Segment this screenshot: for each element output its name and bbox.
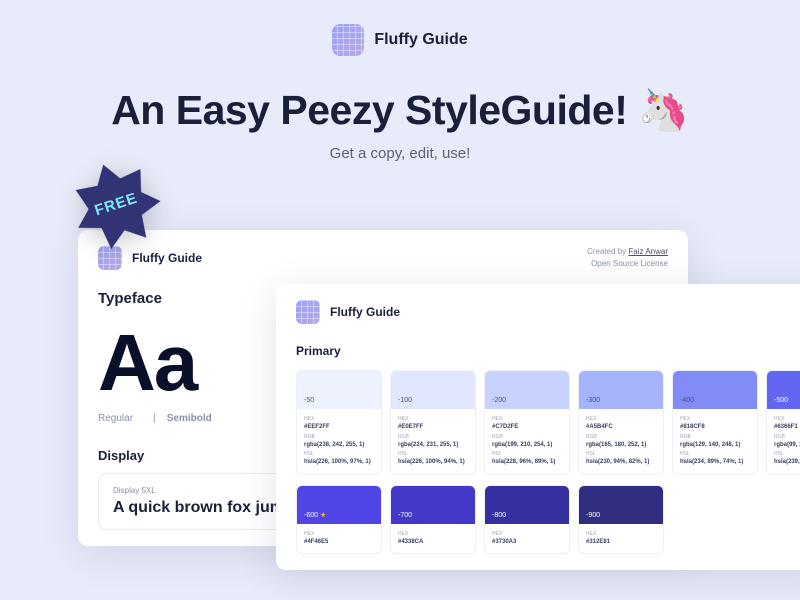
color-swatch[interactable]: -700 HEX#4338CA bbox=[390, 485, 476, 555]
brand-logo-icon bbox=[332, 24, 364, 56]
swatch-chip: -200 bbox=[485, 371, 569, 409]
swatch-meta: HEX#6366F1RGBrgba(99, 102, 241, 1) HSLhs… bbox=[767, 409, 800, 474]
brand-logo-icon bbox=[296, 300, 320, 324]
card-brand: Fluffy Guide bbox=[296, 300, 400, 324]
color-swatch[interactable]: -200 HEX#C7D2FERGBrgba(199, 210, 254, 1)… bbox=[484, 370, 570, 475]
primary-title: Primary bbox=[296, 344, 800, 358]
swatch-chip: -800 bbox=[485, 486, 569, 524]
swatch-meta: HEX#EEF2FFRGBrgba(238, 242, 255, 1) HSLh… bbox=[297, 409, 381, 474]
headline: An Easy Peezy StyleGuide! 🦄 bbox=[0, 87, 800, 135]
color-swatch[interactable]: -100 HEX#E0E7FFRGBrgba(224, 231, 255, 1)… bbox=[390, 370, 476, 475]
brand: Fluffy Guide bbox=[332, 24, 467, 56]
color-swatch[interactable]: -50 HEX#EEF2FFRGBrgba(238, 242, 255, 1) … bbox=[296, 370, 382, 475]
brand-name: Fluffy Guide bbox=[330, 305, 400, 319]
color-swatch[interactable]: -500 HEX#6366F1RGBrgba(99, 102, 241, 1) … bbox=[766, 370, 800, 475]
author-link[interactable]: Faiz Anwar bbox=[628, 247, 668, 256]
swatch-chip: -700 bbox=[391, 486, 475, 524]
swatch-meta: HEX#3730A3 bbox=[485, 524, 569, 554]
swatch-meta: HEX#4F46E5 bbox=[297, 524, 381, 554]
swatch-chip: -500 bbox=[767, 371, 800, 409]
swatch-meta: HEX#818CF8RGBrgba(129, 140, 248, 1) HSLh… bbox=[673, 409, 757, 474]
swatch-chip: -400 bbox=[673, 371, 757, 409]
swatch-chip: -600★ bbox=[297, 486, 381, 524]
license-text: Open Source License bbox=[587, 258, 668, 270]
swatch-meta: HEX#C7D2FERGBrgba(199, 210, 254, 1) HSLh… bbox=[485, 409, 569, 474]
swatch-meta: HEX#4338CA bbox=[391, 524, 475, 554]
color-swatch[interactable]: -600★ HEX#4F46E5 bbox=[296, 485, 382, 555]
brand-name: Fluffy Guide bbox=[132, 251, 202, 265]
color-swatch[interactable]: -300 HEX#A5B4FCRGBrgba(165, 180, 252, 1)… bbox=[578, 370, 664, 475]
swatch-chip: -100 bbox=[391, 371, 475, 409]
swatch-chip: -300 bbox=[579, 371, 663, 409]
color-swatch[interactable]: -800 HEX#3730A3 bbox=[484, 485, 570, 555]
swatch-chip: -900 bbox=[579, 486, 663, 524]
card-meta: Created by Faiz Anwar Open Source Licens… bbox=[587, 246, 668, 270]
color-card: Fluffy Guide CrOp Primary -50 HEX#EEF2FF… bbox=[276, 284, 800, 570]
brand-name: Fluffy Guide bbox=[374, 31, 467, 49]
swatch-meta: HEX#E0E7FFRGBrgba(224, 231, 255, 1) HSLh… bbox=[391, 409, 475, 474]
color-swatch[interactable]: -400 HEX#818CF8RGBrgba(129, 140, 248, 1)… bbox=[672, 370, 758, 475]
swatch-meta: HEX#A5B4FCRGBrgba(165, 180, 252, 1) HSLh… bbox=[579, 409, 663, 474]
swatch-chip: -50 bbox=[297, 371, 381, 409]
color-swatch[interactable]: -900 HEX#312E81 bbox=[578, 485, 664, 555]
swatch-meta: HEX#312E81 bbox=[579, 524, 663, 554]
